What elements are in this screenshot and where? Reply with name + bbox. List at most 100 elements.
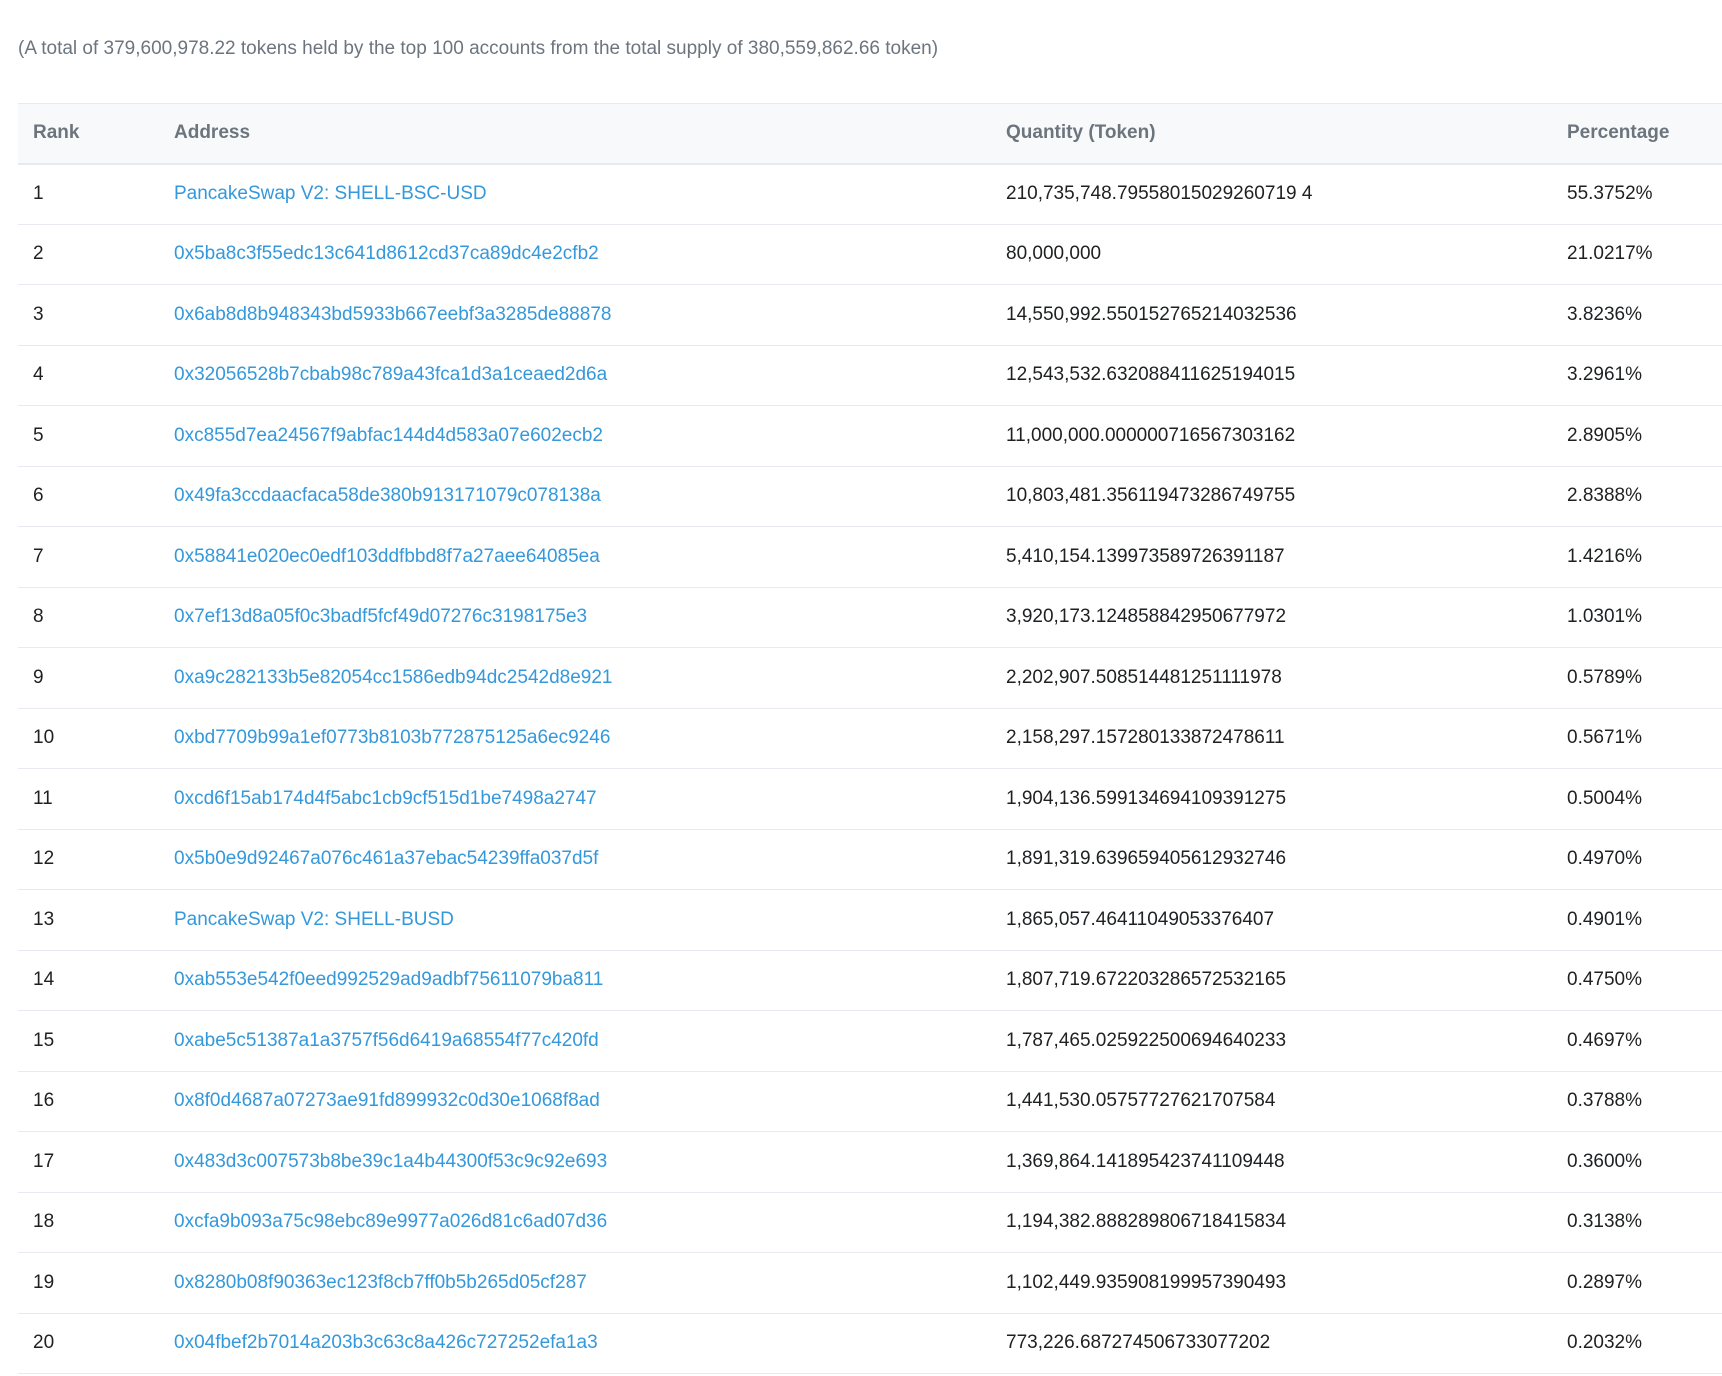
address-cell: PancakeSwap V2: SHELL-BUSD	[159, 890, 991, 951]
table-row: 16 0x8f0d4687a07273ae91fd899932c0d30e1068…	[18, 1071, 1722, 1132]
percentage-cell: 3.2961%	[1567, 364, 1643, 386]
quantity-cell: 2,202,907.508514481251111978	[1006, 666, 1282, 688]
address-cell: 0x32056528b7cbab98c789a43fca1d3a1ceaed2d…	[159, 345, 991, 406]
percentage-cell: 2.8905%	[1567, 424, 1643, 446]
address-link[interactable]: 0x6ab8d8b948343bd5933b667eebf3a3285de888…	[174, 304, 611, 325]
address-link[interactable]: 0x04fbef2b7014a203b3c63c8a426c727252efa1…	[174, 1332, 598, 1353]
table-row: 14 0xab553e542f0eed992529ad9adbf75611079b…	[18, 950, 1722, 1011]
quantity-cell: 773,226.687274506733077202	[1006, 1332, 1271, 1354]
holders-summary: (A total of 379,600,978.22 tokens held b…	[18, 38, 939, 59]
percentage-cell: 2.8388%	[1567, 485, 1643, 507]
percentage-cell: 0.2032%	[1567, 1332, 1643, 1354]
table-header: Rank Address Quantity (Token) Percentage	[18, 103, 1722, 164]
address-link[interactable]: 0x7ef13d8a05f0c3badf5fcf49d07276c3198175…	[174, 606, 587, 627]
table-row: 17 0x483d3c007573b8be39c1a4b44300f53c9c92…	[18, 1132, 1722, 1192]
table-row: 12 0x5b0e9d92467a076c461a37ebac54239ffa03…	[18, 829, 1722, 890]
address-link[interactable]: 0xc855d7ea24567f9abfac144d4d583a07e602ec…	[174, 425, 603, 446]
address-cell: 0x49fa3ccdaacfaca58de380b913171079c07813…	[159, 466, 991, 527]
address-cell: 0xa9c282133b5e82054cc1586edb94dc2542d8e9…	[159, 648, 991, 709]
percentage-cell: 0.5671%	[1567, 727, 1643, 749]
address-link[interactable]: 0x49fa3ccdaacfaca58de380b913171079c07813…	[174, 485, 601, 506]
percentage-cell: 3.8236%	[1567, 303, 1643, 325]
rank-cell: 8	[33, 606, 44, 628]
percentage-cell: 0.3138%	[1567, 1211, 1643, 1233]
rank-cell: 20	[33, 1332, 55, 1354]
quantity-cell: 1,807,719.672203286572532165	[1006, 969, 1287, 991]
address-cell: 0x6ab8d8b948343bd5933b667eebf3a3285de888…	[159, 285, 991, 346]
quantity-cell: 1,904,136.599134694109391275	[1006, 787, 1287, 809]
address-link[interactable]: 0xbd7709b99a1ef0773b8103b772875125a6ec92…	[174, 727, 610, 748]
rank-cell: 13	[33, 908, 55, 930]
address-cell: 0x8280b08f90363ec123f8cb7ff0b5b265d05cf2…	[159, 1253, 991, 1314]
percentage-cell: 0.4750%	[1567, 969, 1643, 991]
percentage-cell: 0.3788%	[1567, 1090, 1643, 1112]
percentage-cell: 21.0217%	[1567, 243, 1653, 265]
rank-cell: 1	[33, 183, 44, 204]
percentage-cell: 0.3600%	[1567, 1150, 1643, 1172]
rank-cell: 10	[33, 727, 55, 749]
address-cell: 0xabe5c51387a1a3757f56d6419a68554f77c420…	[159, 1011, 991, 1072]
address-cell: 0x58841e020ec0edf103ddfbbd8f7a27aee64085…	[159, 527, 991, 588]
address-link[interactable]: 0xabe5c51387a1a3757f56d6419a68554f77c420…	[174, 1030, 599, 1051]
table-row: 4 0x32056528b7cbab98c789a43fca1d3a1ceaed2…	[18, 345, 1722, 406]
table-row: 3 0x6ab8d8b948343bd5933b667eebf3a3285de88…	[18, 285, 1722, 346]
address-link[interactable]: 0x5ba8c3f55edc13c641d8612cd37ca89dc4e2cf…	[174, 243, 599, 264]
quantity-cell: 2,158,297.157280133872478611	[1006, 727, 1285, 749]
address-link[interactable]: PancakeSwap V2: SHELL-BSC-USD	[174, 183, 487, 204]
address-link[interactable]: 0x5b0e9d92467a076c461a37ebac54239ffa037d…	[174, 848, 598, 869]
address-cell: 0x5b0e9d92467a076c461a37ebac54239ffa037d…	[159, 829, 991, 890]
header-row: Rank Address Quantity (Token) Percentage	[18, 103, 1722, 164]
table-row: 10 0xbd7709b99a1ef0773b8103b772875125a6ec…	[18, 708, 1722, 769]
table-row: 6 0x49fa3ccdaacfaca58de380b913171079c0781…	[18, 466, 1722, 527]
rank-cell: 7	[33, 545, 44, 567]
address-link[interactable]: 0x58841e020ec0edf103ddfbbd8f7a27aee64085…	[174, 546, 600, 567]
rank-cell: 12	[33, 848, 55, 870]
address-link[interactable]: 0x483d3c007573b8be39c1a4b44300f53c9c92e6…	[174, 1151, 607, 1172]
quantity-cell: 5,410,154.139973589726391187	[1006, 545, 1285, 567]
rank-cell: 16	[33, 1090, 55, 1112]
quantity-cell: 1,865,057.46411049053376407	[1006, 908, 1275, 930]
rank-cell: 14	[33, 969, 55, 991]
rank-cell: 18	[33, 1211, 55, 1233]
address-link[interactable]: 0x32056528b7cbab98c789a43fca1d3a1ceaed2d…	[174, 364, 607, 385]
table-row: 15 0xabe5c51387a1a3757f56d6419a68554f77c4…	[18, 1011, 1722, 1072]
quantity-cell: 3,920,173.124858842950677972	[1006, 606, 1287, 628]
rank-cell: 11	[33, 787, 53, 809]
address-cell: 0x8f0d4687a07273ae91fd899932c0d30e1068f8…	[159, 1071, 991, 1132]
percentage-cell: 0.4970%	[1567, 848, 1643, 870]
table-row: 19 0x8280b08f90363ec123f8cb7ff0b5b265d05c…	[18, 1253, 1722, 1314]
column-header-percentage: Percentage	[1567, 122, 1670, 144]
quantity-cell: 14,550,992.550152765214032536	[1006, 303, 1297, 325]
address-link[interactable]: 0x8f0d4687a07273ae91fd899932c0d30e1068f8…	[174, 1090, 600, 1111]
quantity-cell: 1,369,864.141895423741109448	[1006, 1150, 1285, 1172]
table-row: 8 0x7ef13d8a05f0c3badf5fcf49d07276c319817…	[18, 587, 1722, 648]
address-link[interactable]: 0xa9c282133b5e82054cc1586edb94dc2542d8e9…	[174, 667, 612, 688]
address-cell: 0xc855d7ea24567f9abfac144d4d583a07e602ec…	[159, 406, 991, 467]
rank-cell: 6	[33, 485, 44, 507]
address-link[interactable]: 0xcd6f15ab174d4f5abc1cb9cf515d1be7498a27…	[174, 788, 597, 809]
column-header-rank: Rank	[33, 122, 80, 144]
quantity-cell: 1,194,382.888289806718415834	[1006, 1211, 1287, 1233]
table-row: 5 0xc855d7ea24567f9abfac144d4d583a07e602e…	[18, 406, 1722, 467]
rank-cell: 9	[33, 666, 44, 688]
rank-cell: 15	[33, 1029, 55, 1051]
column-header-quantity: Quantity (Token)	[1006, 122, 1156, 144]
token-holders-table: Rank Address Quantity (Token) Percentage…	[18, 103, 1722, 1374]
percentage-cell: 1.0301%	[1567, 606, 1643, 628]
quantity-cell: 1,891,319.639659405612932746	[1006, 848, 1287, 870]
quantity-cell: 80,000,000	[1006, 243, 1102, 265]
table-row: 9 0xa9c282133b5e82054cc1586edb94dc2542d8e…	[18, 648, 1722, 709]
quantity-cell: 210,735,748.79558015029260719 4	[1006, 183, 1313, 204]
address-cell: 0x7ef13d8a05f0c3badf5fcf49d07276c3198175…	[159, 587, 991, 648]
table-row: 1 PancakeSwap V2: SHELL-BSC-USD 210,735,74…	[18, 164, 1722, 224]
rank-cell: 2	[33, 243, 44, 265]
address-cell: 0x04fbef2b7014a203b3c63c8a426c727252efa1…	[159, 1313, 991, 1374]
address-link[interactable]: 0xcfa9b093a75c98ebc89e9977a026d81c6ad07d…	[174, 1211, 607, 1232]
address-link[interactable]: 0x8280b08f90363ec123f8cb7ff0b5b265d05cf2…	[174, 1272, 587, 1293]
rank-cell: 3	[33, 303, 44, 325]
address-link[interactable]: 0xab553e542f0eed992529ad9adbf75611079ba8…	[174, 969, 603, 990]
table-row: 11 0xcd6f15ab174d4f5abc1cb9cf515d1be7498a…	[18, 769, 1722, 830]
rank-cell: 17	[33, 1150, 55, 1172]
address-link[interactable]: PancakeSwap V2: SHELL-BUSD	[174, 909, 454, 930]
address-cell: 0xcd6f15ab174d4f5abc1cb9cf515d1be7498a27…	[159, 769, 991, 830]
